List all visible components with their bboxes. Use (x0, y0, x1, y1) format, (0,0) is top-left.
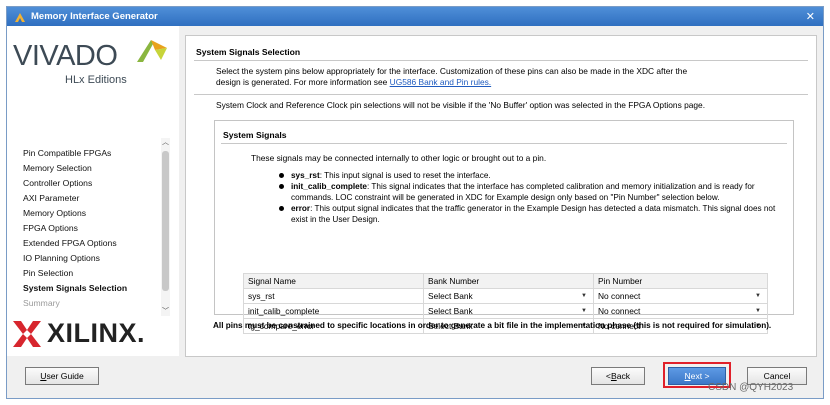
vivado-edition-label: HLx Editions (65, 74, 127, 86)
xilinx-logo: XILINX. (13, 318, 145, 349)
bullet-text: : This input signal is used to reset the… (319, 171, 491, 180)
intro-line-1: Select the system pins below appropriate… (216, 66, 688, 76)
step-list-scrollbar[interactable]: ︿ ﹀ (161, 138, 170, 316)
sidebar-item[interactable]: Memory Selection (23, 161, 163, 176)
pin-select-value: No connect (598, 306, 641, 316)
pin-select-value: No connect (598, 291, 641, 301)
bullet-name: error (291, 204, 311, 213)
bank-select-value: Select Bank (428, 306, 473, 316)
signal-name-cell: init_calib_complete (243, 303, 424, 319)
watermark: CSDN @QYH2023 (708, 382, 794, 393)
sidebar-item[interactable]: Pin Selection (23, 266, 163, 281)
section-title: System Signals Selection (196, 47, 301, 57)
signal-descriptions: sys_rst: This input signal is used to re… (279, 170, 779, 225)
vivado-logo: VIVADO (13, 40, 118, 72)
user-guide-button[interactable]: User Guide (25, 367, 99, 385)
col-pin-number: Pin Number (593, 273, 768, 289)
sidebar-item[interactable]: Pin Compatible FPGAs (23, 146, 163, 161)
signal-name-cell: sys_rst (243, 288, 424, 304)
back-button[interactable]: < Back (591, 367, 645, 385)
sidebar-item[interactable]: AXI Parameter (23, 191, 163, 206)
intro-divider (194, 94, 808, 95)
step-list: Pin Compatible FPGAs Memory Selection Cont… (23, 146, 163, 311)
intro-text: Select the system pins below appropriate… (216, 66, 776, 88)
vivado-app-icon (15, 12, 25, 22)
col-bank-number: Bank Number (423, 273, 594, 289)
constraint-footnote: All pins must be constrained to specific… (213, 321, 772, 330)
window-title: Memory Interface Generator (31, 11, 158, 22)
xilinx-mark-icon (13, 320, 41, 347)
ug586-link[interactable]: UG586 Bank and Pin rules. (390, 77, 492, 87)
chevron-down-icon[interactable]: ▼ (581, 308, 587, 314)
bullet-error: error: This output signal indicates that… (279, 203, 779, 225)
col-signal-name: Signal Name (243, 273, 424, 289)
bullet-init-calib-complete: init_calib_complete: This signal indicat… (279, 181, 779, 203)
table-row: init_calib_complete Select Bank ▼ No conn… (243, 303, 768, 319)
sidebar-item[interactable]: System Signals Selection (23, 281, 163, 296)
bullet-dot-icon (279, 206, 284, 211)
bank-select-value: Select Bank (428, 291, 473, 301)
sidebar-item[interactable]: FPGA Options (23, 221, 163, 236)
scroll-down-icon[interactable]: ﹀ (161, 307, 170, 316)
chevron-down-icon[interactable]: ▼ (755, 293, 761, 299)
bullet-name: sys_rst (291, 171, 320, 180)
sidebar-item[interactable]: Summary (23, 296, 163, 311)
clock-note: System Clock and Reference Clock pin sel… (216, 100, 706, 110)
pin-select[interactable]: No connect ▼ (593, 288, 768, 304)
wizard-sidebar: VIVADO HLx Editions Pin Compatible FPGAs… (7, 26, 179, 356)
mig-window: Memory Interface Generator ✕ VIVADO HLx … (6, 6, 824, 399)
system-signals-group: System Signals These signals may be conn… (214, 120, 794, 334)
bank-select[interactable]: Select Bank ▼ (423, 288, 594, 304)
scroll-up-icon[interactable]: ︿ (161, 138, 170, 147)
system-signals-divider (221, 143, 787, 144)
bullet-dot-icon (279, 173, 284, 178)
bullet-text: : This output signal indicates that the … (291, 204, 776, 224)
section-divider (194, 60, 808, 61)
content-panel: System Signals Selection Select the syst… (185, 35, 817, 357)
table-row: sys_rst Select Bank ▼ No connect ▼ (243, 288, 768, 304)
close-icon[interactable]: ✕ (806, 10, 815, 23)
xilinx-wordmark: XILINX. (47, 318, 146, 348)
bullet-sys-rst: sys_rst: This input signal is used to re… (279, 170, 779, 181)
chevron-down-icon[interactable]: ▼ (755, 308, 761, 314)
intro-line-2-text: design is generated. For more informatio… (216, 77, 390, 87)
bank-select[interactable]: Select Bank ▼ (423, 303, 594, 319)
intro-line-2: design is generated. For more informatio… (216, 77, 776, 88)
sidebar-item[interactable]: IO Planning Options (23, 251, 163, 266)
bullet-dot-icon (279, 184, 284, 189)
table-header-row: Signal Name Bank Number Pin Number (243, 273, 768, 289)
system-signals-intro: These signals may be connected internall… (251, 153, 547, 163)
vivado-logo-mark-icon (137, 40, 167, 62)
scroll-thumb[interactable] (162, 151, 169, 291)
sidebar-item[interactable]: Extended FPGA Options (23, 236, 163, 251)
bullet-name: init_calib_complete (291, 182, 367, 191)
pin-select[interactable]: No connect ▼ (593, 303, 768, 319)
chevron-down-icon[interactable]: ▼ (581, 293, 587, 299)
system-signals-title: System Signals (223, 130, 287, 140)
sidebar-item[interactable]: Memory Options (23, 206, 163, 221)
sidebar-item[interactable]: Controller Options (23, 176, 163, 191)
title-bar: Memory Interface Generator ✕ (7, 7, 823, 26)
